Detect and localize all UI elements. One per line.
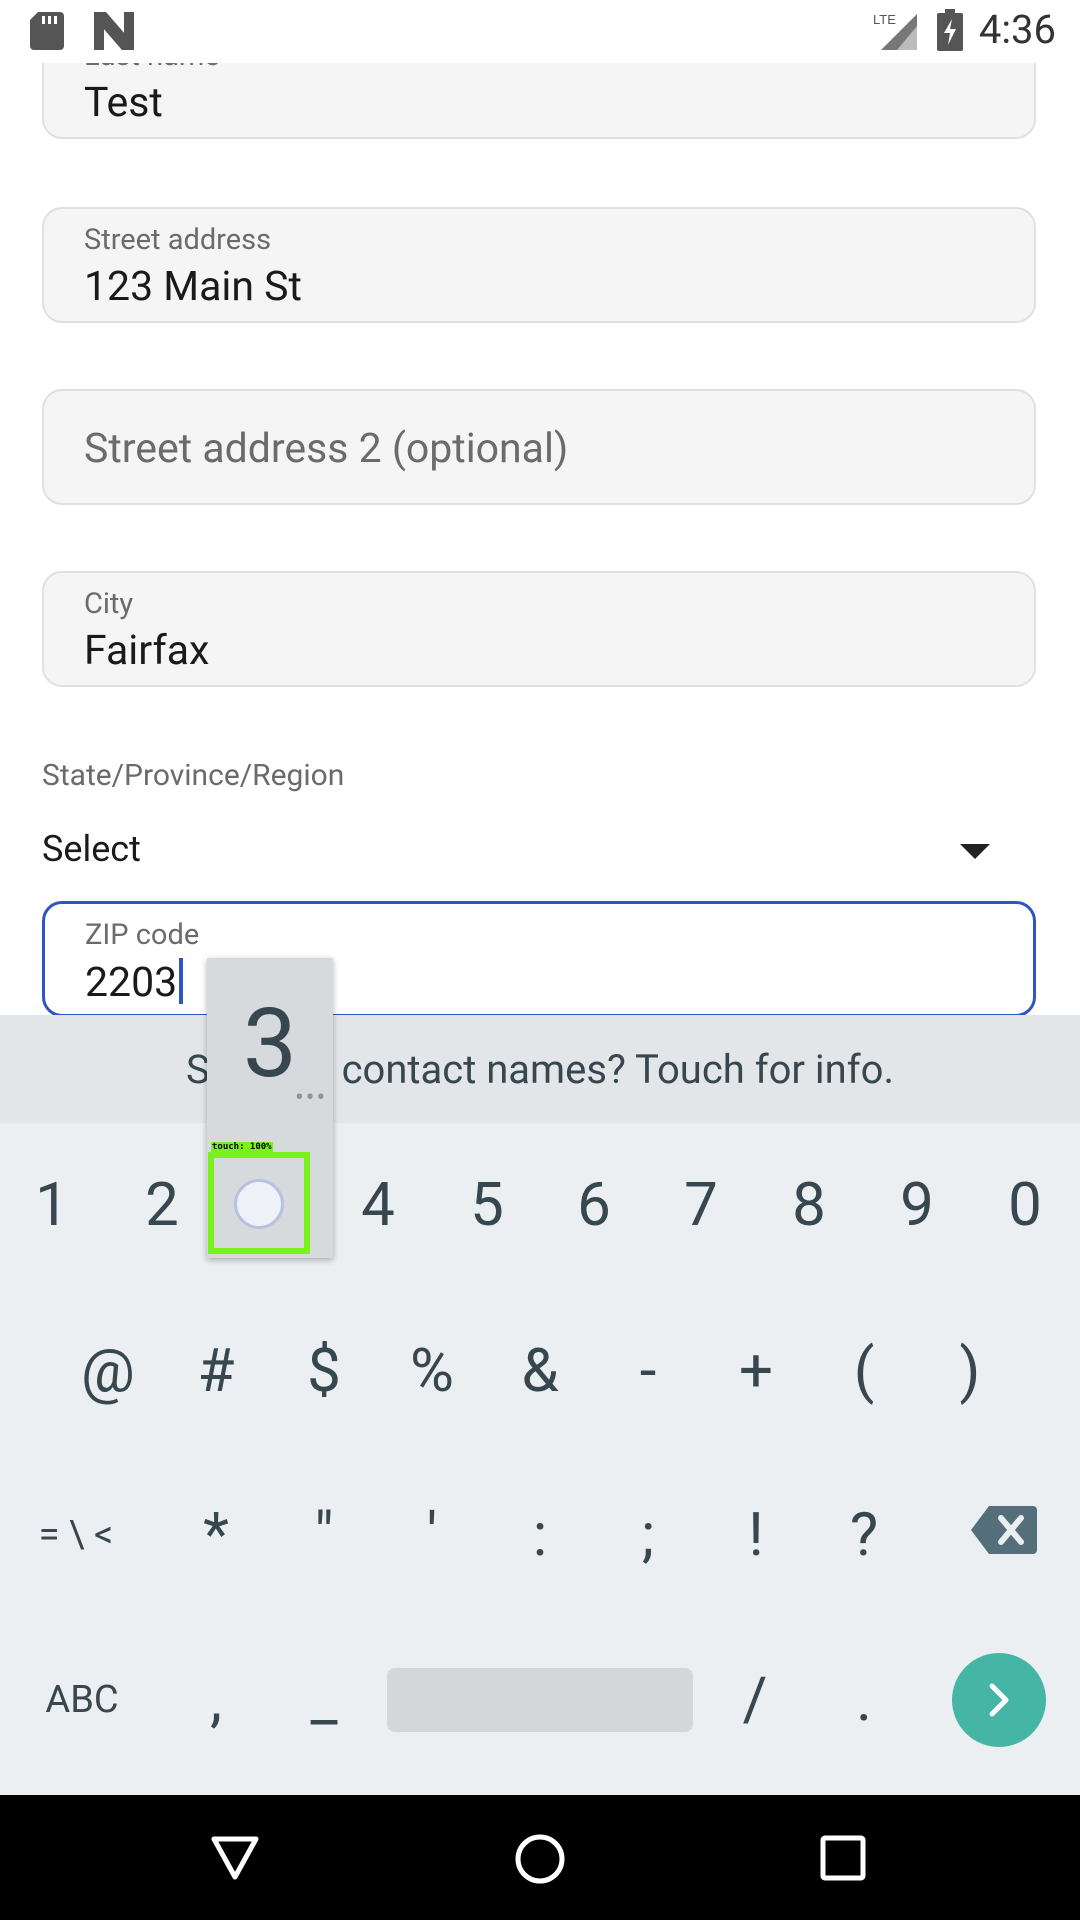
city-field[interactable]: City Fairfax [42,571,1036,687]
street-address-field[interactable]: Street address 123 Main St [42,207,1036,323]
touch-indicator [208,1152,310,1254]
dropdown-arrow-icon[interactable] [960,844,990,859]
zip-code-value: 2203 [85,958,184,1007]
key-double-quote[interactable]: " [314,1505,333,1565]
sd-card-icon [30,12,64,50]
last-name-value: Test [84,79,163,127]
key-4[interactable]: 4 [361,1175,395,1235]
key-ampersand[interactable]: & [521,1341,558,1401]
key-6[interactable]: 6 [577,1175,611,1235]
status-time: 4:36 [978,6,1056,53]
key-single-quote[interactable]: ' [427,1505,438,1565]
key-at[interactable]: @ [81,1341,135,1401]
chevron-right-icon [989,1683,1009,1717]
battery-charging-icon [936,8,963,51]
key-slash[interactable]: / [743,1670,768,1730]
key-minus[interactable]: - [640,1341,657,1401]
key-more-symbols[interactable]: = \ < [39,1516,114,1554]
address-form: Last name Test Street address 123 Main S… [0,63,1080,1015]
state-label: State/Province/Region [42,758,345,793]
home-icon[interactable] [514,1833,566,1885]
key-plus[interactable]: + [739,1341,773,1401]
zip-code-text: 2203 [85,959,178,1007]
key-0[interactable]: 0 [1008,1175,1042,1235]
key-colon[interactable]: : [533,1505,548,1565]
status-bar: LTE 4:36 [0,0,1080,63]
space-bar[interactable] [387,1668,693,1732]
key-question[interactable]: ? [850,1505,878,1565]
key-9[interactable]: 9 [900,1175,934,1235]
suggestion-strip[interactable]: Suggest contact names? Touch for info. [0,1015,1080,1123]
street-address-label: Street address [84,223,272,257]
city-value: Fairfax [84,627,210,675]
city-label: City [84,587,134,621]
navigation-bar [0,1795,1080,1920]
key-period[interactable]: . [856,1670,872,1730]
key-right-paren[interactable]: ) [960,1341,981,1401]
touch-point [234,1179,284,1229]
last-name-label: Last name [84,63,220,73]
key-hash[interactable]: # [198,1341,235,1401]
key-8[interactable]: 8 [792,1175,826,1235]
zip-code-label: ZIP code [85,918,200,952]
state-select[interactable]: Select [42,828,141,870]
lte-signal-icon: LTE [873,12,917,50]
key-left-paren[interactable]: ( [854,1341,875,1401]
svg-text:LTE: LTE [873,12,896,27]
n-logo-icon [94,12,134,50]
back-icon[interactable] [210,1835,260,1881]
keyboard: Suggest contact names? Touch for info. 1… [0,1015,1080,1795]
key-7[interactable]: 7 [684,1175,718,1235]
street-address-2-field[interactable]: Street address 2 (optional) [42,389,1036,505]
key-dollar[interactable]: $ [307,1341,341,1401]
key-5[interactable]: 5 [470,1175,504,1235]
next-button[interactable] [952,1653,1046,1747]
key-comma[interactable]: , [210,1670,222,1730]
street-address-value: 123 Main St [84,263,302,311]
key-2[interactable]: 2 [145,1175,179,1235]
key-underscore[interactable]: _ [310,1670,337,1730]
key-1[interactable]: 1 [35,1175,69,1235]
key-exclamation[interactable]: ! [748,1505,763,1565]
more-keys-icon: ••• [295,1083,328,1113]
recents-icon[interactable] [820,1835,866,1881]
street-address-2-placeholder: Street address 2 (optional) [84,425,569,473]
key-percent[interactable]: % [410,1341,454,1401]
key-asterisk[interactable]: * [203,1505,229,1565]
text-cursor [179,958,184,1004]
key-abc[interactable]: ABC [45,1681,118,1719]
last-name-field[interactable]: Last name Test [42,63,1036,139]
backspace-icon[interactable] [971,1506,1037,1554]
zip-code-field[interactable]: ZIP code 2203 [42,901,1036,1015]
key-semicolon[interactable]: ; [642,1505,655,1565]
